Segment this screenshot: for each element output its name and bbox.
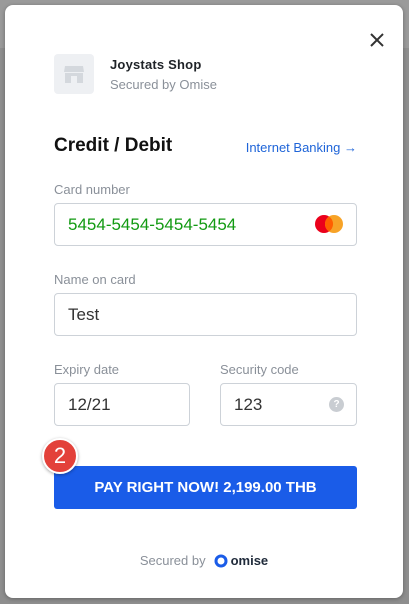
payment-modal: Joystats Shop Secured by Omise Credit / … bbox=[5, 5, 403, 598]
security-code-input[interactable]: 123 ? bbox=[220, 383, 357, 426]
expiry-date-input[interactable]: 12/21 bbox=[54, 383, 190, 426]
footer-secured-by: Secured by omise bbox=[5, 553, 403, 568]
card-number-label: Card number bbox=[54, 182, 130, 197]
name-on-card-value: Test bbox=[68, 304, 100, 324]
mastercard-icon bbox=[315, 215, 343, 233]
shop-secured-text: Secured by Omise bbox=[110, 77, 217, 92]
close-icon bbox=[370, 33, 384, 47]
card-number-value: 5454-5454-5454-5454 bbox=[68, 214, 237, 234]
question-icon[interactable]: ? bbox=[329, 397, 344, 412]
expiry-date-value: 12/21 bbox=[68, 394, 111, 414]
payment-method-title: Credit / Debit bbox=[54, 135, 173, 156]
security-code-value: 123 bbox=[234, 394, 263, 414]
omise-brand: omise bbox=[230, 553, 269, 568]
pay-button[interactable]: PAY RIGHT NOW! 2,199.00 THB bbox=[54, 466, 357, 509]
internet-banking-link[interactable]: Internet Banking → bbox=[246, 140, 357, 155]
step-number-badge: 2 bbox=[42, 438, 78, 474]
footer-secured-text: Secured by bbox=[139, 553, 206, 568]
name-on-card-input[interactable]: Test bbox=[54, 293, 357, 336]
omise-logo-icon bbox=[214, 554, 228, 567]
close-button[interactable] bbox=[366, 29, 388, 51]
expiry-date-label: Expiry date bbox=[54, 362, 120, 377]
security-code-label: Security code bbox=[220, 362, 299, 377]
shop-name: Joystats Shop bbox=[110, 57, 202, 72]
shop-logo bbox=[54, 54, 94, 94]
card-number-input[interactable]: 5454-5454-5454-5454 bbox=[54, 203, 357, 246]
name-on-card-label: Name on card bbox=[54, 272, 136, 287]
storefront-icon bbox=[64, 66, 84, 83]
